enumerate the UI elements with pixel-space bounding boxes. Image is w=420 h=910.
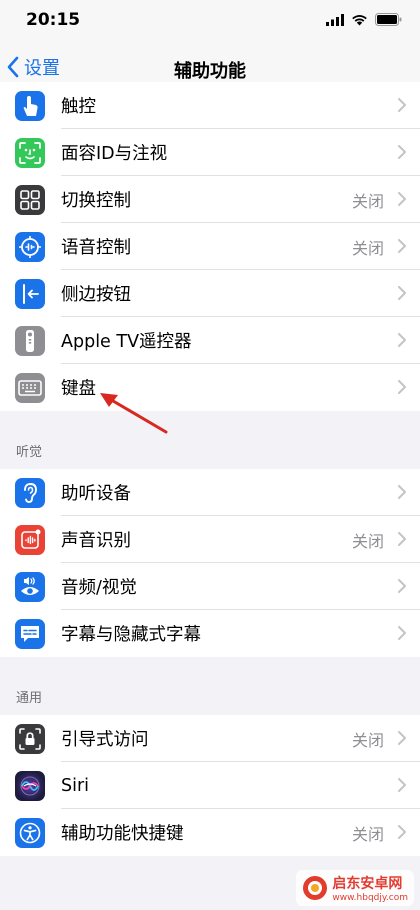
chevron-right-icon bbox=[398, 532, 406, 546]
row-label: 面容ID与注视 bbox=[61, 144, 168, 164]
row-sound-recognition[interactable]: 声音识别 关闭 bbox=[0, 516, 420, 563]
chevron-right-icon bbox=[398, 380, 406, 394]
row-label: 音频/视觉 bbox=[61, 578, 137, 598]
row-value: 关闭 bbox=[351, 238, 384, 258]
row-audio-visual[interactable]: 音频/视觉 bbox=[0, 563, 420, 610]
accessibility-icon bbox=[15, 817, 45, 848]
face-id-icon bbox=[15, 137, 45, 168]
row-label: 辅助功能快捷键 bbox=[61, 824, 184, 844]
watermark-url: www.hbqdjy.com bbox=[332, 893, 408, 903]
status-icons bbox=[326, 13, 402, 26]
sound-recognition-icon bbox=[15, 524, 45, 555]
row-value: 关闭 bbox=[351, 191, 384, 211]
row-apple-tv-remote[interactable]: Apple TV遥控器 bbox=[0, 317, 420, 364]
row-face-id[interactable]: 面容ID与注视 bbox=[0, 129, 420, 176]
voice-control-icon bbox=[15, 231, 45, 262]
section-header-general: 通用 bbox=[0, 657, 420, 715]
row-label: 语音控制 bbox=[61, 238, 131, 258]
ear-icon bbox=[15, 477, 45, 508]
side-button-icon bbox=[15, 278, 45, 309]
section-header-label: 听觉 bbox=[16, 445, 43, 460]
row-value: 关闭 bbox=[351, 531, 384, 551]
watermark-name: 启东安卓网 bbox=[332, 876, 403, 892]
row-side-button[interactable]: 侧边按钮 bbox=[0, 270, 420, 317]
row-label: 侧边按钮 bbox=[61, 285, 131, 305]
status-bar: 20:15 bbox=[0, 0, 420, 44]
keyboard-icon bbox=[15, 372, 45, 403]
row-value: 关闭 bbox=[351, 730, 384, 750]
row-subtitles[interactable]: 字幕与隐藏式字幕 bbox=[0, 610, 420, 657]
chevron-right-icon bbox=[398, 778, 406, 792]
subtitles-icon bbox=[15, 618, 45, 649]
row-value: 关闭 bbox=[351, 824, 384, 844]
audio-visual-icon bbox=[15, 571, 45, 602]
watermark-logo: 启东安卓网 www.hbqdjy.com bbox=[296, 870, 414, 906]
row-siri[interactable]: Siri bbox=[0, 762, 420, 809]
row-label: 键盘 bbox=[61, 379, 96, 399]
chevron-right-icon bbox=[398, 825, 406, 839]
row-label: 触控 bbox=[61, 97, 96, 117]
chevron-right-icon bbox=[398, 333, 406, 347]
row-accessibility-shortcut[interactable]: 辅助功能快捷键 关闭 bbox=[0, 809, 420, 856]
switch-control-icon bbox=[15, 184, 45, 215]
signal-icon bbox=[326, 13, 344, 26]
row-label: Apple TV遥控器 bbox=[61, 332, 192, 352]
section-header-hearing: 听觉 bbox=[0, 411, 420, 469]
row-keyboard[interactable]: 键盘 bbox=[0, 364, 420, 411]
row-guided-access[interactable]: 引导式访问 关闭 bbox=[0, 715, 420, 762]
touch-hand-icon bbox=[15, 90, 45, 121]
watermark-emblem-icon bbox=[303, 876, 328, 900]
chevron-right-icon bbox=[398, 485, 406, 499]
siri-icon bbox=[15, 770, 45, 801]
chevron-right-icon bbox=[398, 731, 406, 745]
row-hearing-devices[interactable]: 助听设备 bbox=[0, 469, 420, 516]
row-label: 切换控制 bbox=[61, 191, 131, 211]
chevron-right-icon bbox=[398, 192, 406, 206]
row-label: 字幕与隐藏式字幕 bbox=[61, 625, 201, 645]
chevron-right-icon bbox=[398, 286, 406, 300]
row-voice-control[interactable]: 语音控制 关闭 bbox=[0, 223, 420, 270]
chevron-right-icon bbox=[398, 626, 406, 640]
row-label: 声音识别 bbox=[61, 531, 131, 551]
chevron-right-icon bbox=[398, 579, 406, 593]
lock-icon bbox=[15, 723, 45, 754]
group-general: 引导式访问 关闭 Siri 辅助功能快捷键 关闭 bbox=[0, 715, 420, 856]
row-label: Siri bbox=[61, 775, 90, 796]
group-hearing: 助听设备 声音识别 关闭 音频/视觉 字幕与隐藏式字幕 bbox=[0, 469, 420, 657]
section-header-label: 通用 bbox=[16, 691, 43, 706]
chevron-right-icon bbox=[398, 98, 406, 112]
chevron-right-icon bbox=[398, 145, 406, 159]
row-touch[interactable]: 触控 bbox=[0, 82, 420, 129]
row-switch-control[interactable]: 切换控制 关闭 bbox=[0, 176, 420, 223]
chevron-right-icon bbox=[398, 239, 406, 253]
row-label: 助听设备 bbox=[61, 484, 131, 504]
page-title: 辅助功能 bbox=[174, 61, 246, 82]
status-time: 20:15 bbox=[26, 10, 81, 30]
wifi-icon bbox=[352, 14, 367, 25]
row-label: 引导式访问 bbox=[61, 730, 149, 750]
settings-list: 触控 面容ID与注视 切换控制 关闭 语音控制 关闭 侧边按钮 Apple TV… bbox=[0, 82, 420, 856]
battery-icon bbox=[375, 13, 402, 26]
tv-remote-icon bbox=[15, 325, 45, 356]
group-vision-motor: 触控 面容ID与注视 切换控制 关闭 语音控制 关闭 侧边按钮 Apple TV… bbox=[0, 82, 420, 411]
